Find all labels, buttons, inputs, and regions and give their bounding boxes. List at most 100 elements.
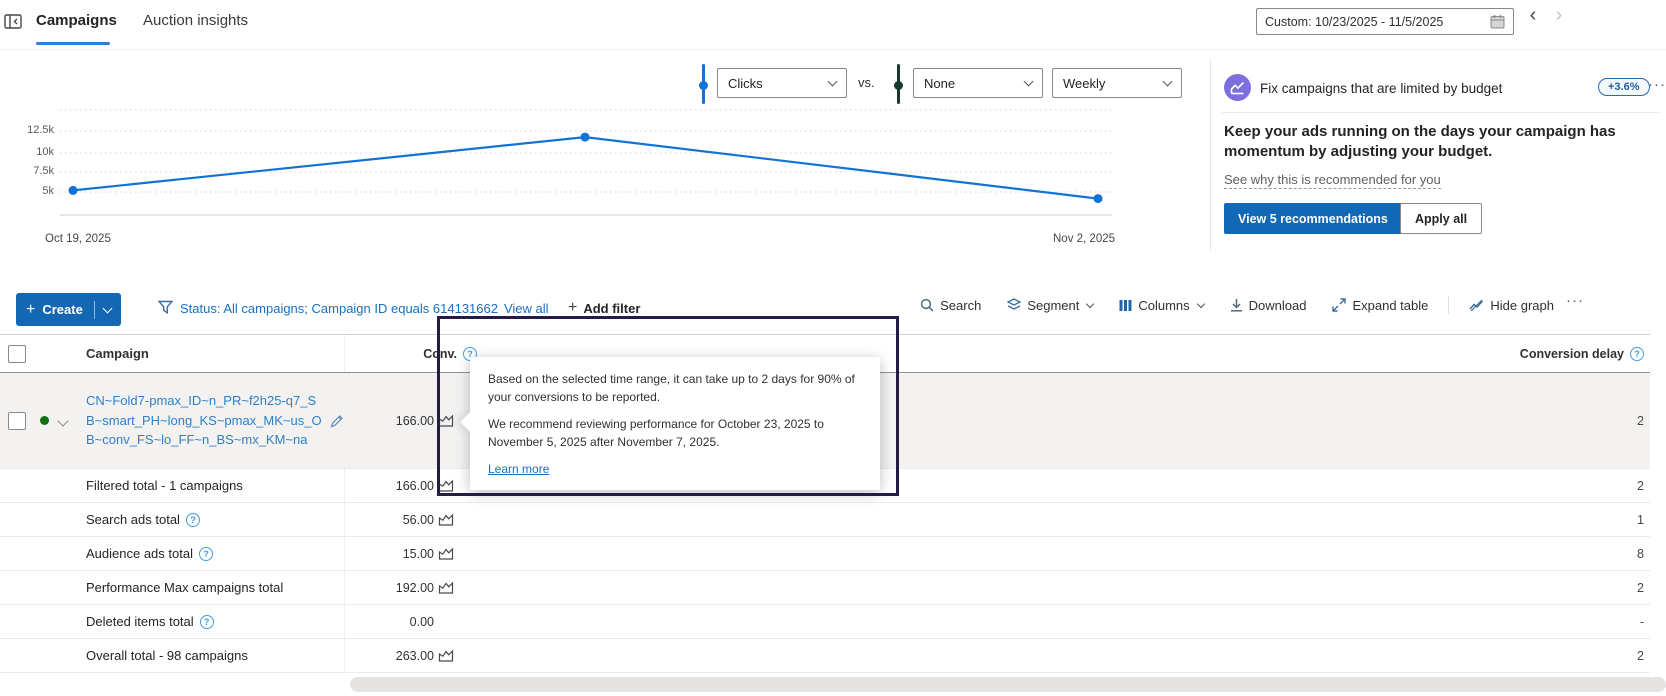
conversion-delay-value: 8 [1430,547,1650,561]
column-header-conv[interactable]: Conv.? [345,347,480,361]
calendar-icon [1490,14,1505,29]
card-divider [1210,60,1211,250]
help-icon[interactable]: ? [199,547,213,561]
table-toolbar: Search Segment Columns Download Expand t… [920,296,1554,314]
table-row: Overall total - 98 campaigns 263.00 2 [0,639,1650,673]
tooltip-line1: Based on the selected time range, it can… [488,370,862,406]
columns-button[interactable]: Columns [1119,298,1203,313]
conversion-trend-icon[interactable] [438,581,454,594]
search-icon [920,298,934,312]
segment-icon [1007,298,1021,312]
chevron-down-icon[interactable] [57,415,68,426]
learn-more-link[interactable]: Learn more [488,462,549,476]
conv-value: 166.00 [396,414,434,428]
filter-summary-link[interactable]: Status: All campaigns; Campaign ID equal… [180,301,549,316]
table-row: Search ads total? 56.00 1 [0,503,1650,537]
metric2-color-indicator [897,64,900,104]
y-tick: 12.5k [14,124,54,136]
help-icon[interactable]: ? [186,513,200,527]
conversion-delay-value: 2 [1430,649,1650,663]
campaigns-page: Campaigns Auction insights Custom: 10/23… [0,0,1666,696]
download-button[interactable]: Download [1230,298,1307,313]
conversion-trend-icon[interactable] [438,479,454,492]
metric2-select[interactable]: None [913,68,1043,98]
chevron-down-icon [1086,299,1094,307]
select-all-checkbox[interactable] [8,345,26,363]
conversion-delay-value: 2 [1430,581,1650,595]
tab-campaigns[interactable]: Campaigns [36,12,117,29]
expand-table-button[interactable]: Expand table [1332,298,1428,313]
data-point [1094,194,1103,203]
help-icon[interactable]: ? [200,615,214,629]
row-checkbox[interactable] [8,412,26,430]
row-label: Performance Max campaigns total [86,580,283,595]
expand-table-icon [1332,298,1346,312]
clicks-line-chart [50,100,1120,225]
tab-auction-insights[interactable]: Auction insights [143,12,248,29]
collapse-panel-icon[interactable] [4,14,22,29]
conversion-delay-value: 2 [1430,479,1650,493]
conversion-trend-icon[interactable] [438,513,454,526]
segment-button[interactable]: Segment [1007,298,1093,313]
x-axis-label-end: Nov 2, 2025 [1053,233,1115,245]
row-label: Audience ads total [86,546,193,561]
date-range-value: Custom: 10/23/2025 - 11/5/2025 [1265,15,1490,29]
granularity-select[interactable]: Weekly [1052,68,1182,98]
recommendation-title: Fix campaigns that are limited by budget [1260,81,1502,96]
tooltip-line2: We recommend reviewing performance for O… [488,415,862,451]
edit-pencil-icon[interactable] [330,414,344,428]
metric1-select[interactable]: Clicks [717,68,847,98]
conversion-delay-tooltip: Based on the selected time range, it can… [470,357,880,490]
view-recommendations-button[interactable]: View 5 recommendations [1224,203,1402,234]
search-button[interactable]: Search [920,298,981,313]
horizontal-scrollbar[interactable] [350,677,1666,692]
chevron-down-icon [1163,77,1173,87]
conversion-trend-icon[interactable] [438,547,454,560]
apply-all-button[interactable]: Apply all [1400,203,1482,234]
toolbar-more-icon[interactable]: ··· [1566,292,1584,309]
conversion-delay-value: 1 [1430,513,1650,527]
row-label: Search ads total [86,512,180,527]
table-row: Performance Max campaigns total 192.00 2 [0,571,1650,605]
top-bar: Campaigns Auction insights Custom: 10/23… [0,0,1666,50]
chevron-down-icon [1196,299,1204,307]
date-prev-button[interactable]: ‹ [1522,4,1544,27]
create-button[interactable]: + Create [16,293,121,326]
table-row: Deleted items total? 0.00 - [0,605,1650,639]
recommendation-body: Keep your ads running on the days your c… [1224,122,1656,163]
recommendation-why-link[interactable]: See why this is recommended for you [1224,172,1441,189]
chevron-down-icon [828,77,838,87]
hide-graph-button[interactable]: Hide graph [1469,298,1554,313]
plus-icon: + [568,299,577,317]
chevron-down-icon [102,303,112,313]
vs-label: vs. [858,75,875,90]
add-filter-button[interactable]: + Add filter [568,299,640,317]
data-point [581,133,590,142]
table-row: Audience ads total? 15.00 8 [0,537,1650,571]
campaign-name-link[interactable]: CN~Fold7-pmax_ID~n_PR~f2h25-q7_SB~smart_… [86,391,324,450]
conversion-delay-value: - [1430,615,1650,629]
conversion-trend-icon[interactable] [438,649,454,662]
active-tab-indicator [36,42,110,45]
uplift-badge: +3.6% [1598,78,1650,96]
column-header-campaign[interactable]: Campaign [86,335,345,372]
date-next-button[interactable]: › [1548,4,1570,27]
card-header-divider [1222,112,1660,113]
hide-graph-icon [1469,299,1484,312]
data-point [69,186,78,195]
row-label: Overall total - 98 campaigns [86,648,248,663]
conversion-trend-icon[interactable] [438,414,454,427]
row-label: Deleted items total [86,614,194,629]
recommendation-more-icon[interactable]: ··· [1648,76,1666,93]
filter-funnel-icon [158,300,173,314]
column-header-conversion-delay[interactable]: Conversion delay? [1430,347,1650,361]
view-all-link[interactable]: View all [504,301,549,316]
y-tick: 10k [14,146,54,158]
y-tick: 5k [14,185,54,197]
help-icon[interactable]: ? [1630,347,1644,361]
date-range-picker[interactable]: Custom: 10/23/2025 - 11/5/2025 [1256,8,1514,35]
status-enabled-icon [40,416,49,425]
recommendation-icon [1224,74,1251,101]
chevron-down-icon [1024,77,1034,87]
x-axis-label-start: Oct 19, 2025 [45,233,111,245]
